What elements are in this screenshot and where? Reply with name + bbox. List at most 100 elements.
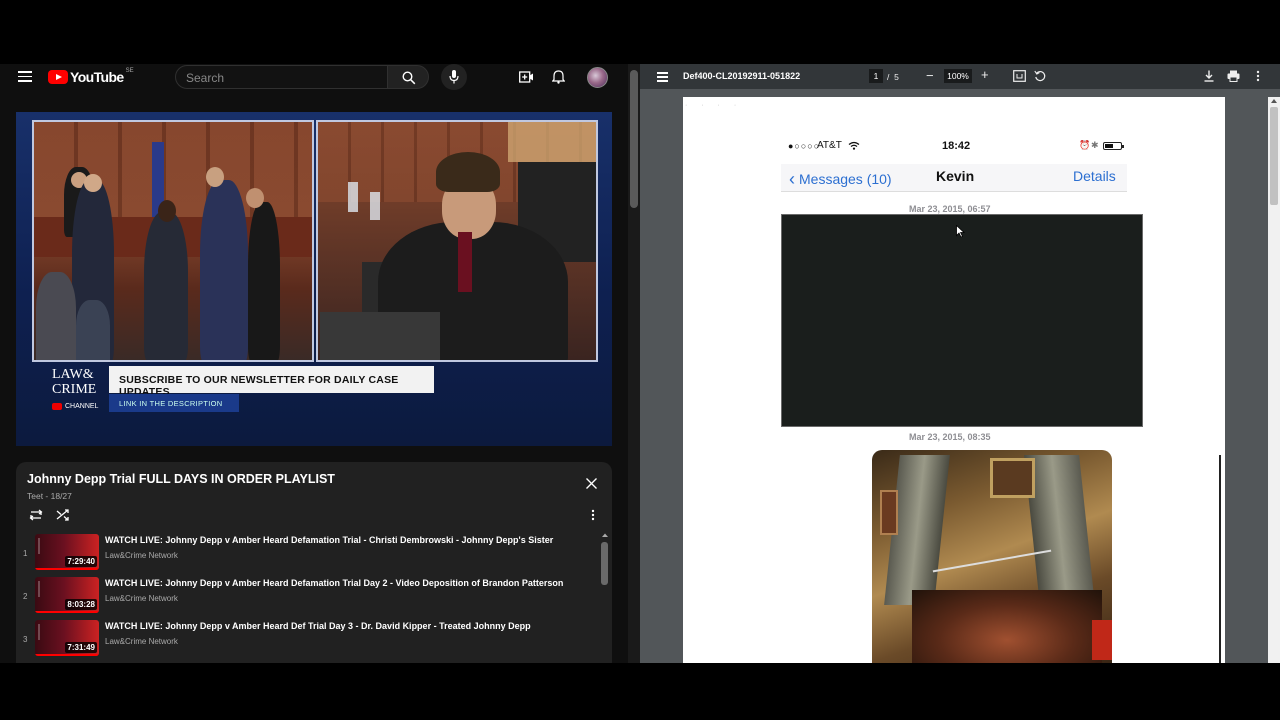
- item-index: 3: [23, 635, 28, 644]
- room-photo-attachment: [872, 450, 1112, 663]
- pdf-filename: Def400-CL20192911-051822: [683, 71, 801, 81]
- more-vert-icon[interactable]: [1256, 70, 1260, 82]
- chevron-left-icon: ‹: [789, 169, 795, 189]
- playlist-scrollbar[interactable]: [600, 532, 610, 663]
- mouse-cursor-icon: [956, 225, 965, 238]
- carrier-name: AT&T: [817, 140, 842, 151]
- shuffle-icon[interactable]: [56, 509, 70, 521]
- country-code: SE: [125, 68, 134, 74]
- messages-nav-bar: ‹ Messages (10) Kevin Details: [781, 164, 1127, 192]
- print-icon[interactable]: [1227, 70, 1240, 82]
- dark-photo-attachment: [781, 214, 1143, 427]
- zoom-level-input[interactable]: 100%: [944, 69, 972, 83]
- avatar[interactable]: [587, 67, 608, 88]
- loop-icon[interactable]: [28, 509, 44, 521]
- battery-icon: [1103, 142, 1124, 150]
- video-duration: 8:03:28: [65, 599, 97, 610]
- video-title[interactable]: WATCH LIVE: Johnny Depp v Amber Heard De…: [105, 578, 585, 588]
- pdf-scroll-thumb[interactable]: [1270, 107, 1278, 205]
- courtroom-camera-left: [32, 120, 314, 362]
- logo-line-1: LAW&: [52, 367, 94, 382]
- search-button[interactable]: [387, 65, 429, 89]
- scroll-up-arrow-icon[interactable]: [1271, 99, 1277, 103]
- item-index: 1: [23, 549, 28, 558]
- mic-icon: [449, 70, 459, 84]
- page-scrollbar[interactable]: [628, 64, 640, 663]
- page-scroll-thumb[interactable]: [630, 70, 638, 208]
- search-input[interactable]: Search: [175, 65, 388, 89]
- youtube-logo[interactable]: YouTube SE: [48, 68, 134, 85]
- playlist-item[interactable]: 1 7:29:40 WATCH LIVE: Johnny Depp v Ambe…: [16, 532, 598, 575]
- search-icon: [402, 71, 416, 85]
- playlist-scroll-thumb[interactable]: [601, 542, 608, 585]
- page-number-input[interactable]: 1: [869, 69, 883, 83]
- page-count: 5: [894, 72, 899, 82]
- zoom-in-button[interactable]: +: [981, 67, 989, 82]
- playlist-subtitle: Teet - 18/27: [27, 491, 72, 501]
- video-thumbnail[interactable]: 7:31:49: [35, 620, 99, 656]
- video-duration: 7:29:40: [65, 556, 97, 567]
- details-link: Details: [1073, 168, 1116, 184]
- close-icon[interactable]: [586, 478, 597, 489]
- channel-name[interactable]: Law&Crime Network: [105, 637, 178, 646]
- playlist-panel: Johnny Depp Trial FULL DAYS IN ORDER PLA…: [16, 462, 612, 663]
- playlist-items: 1 7:29:40 WATCH LIVE: Johnny Depp v Ambe…: [16, 532, 598, 661]
- playlist-item[interactable]: 2 8:03:28 WATCH LIVE: Johnny Depp v Ambe…: [16, 575, 598, 618]
- youtube-header: YouTube SE Search: [0, 64, 628, 90]
- pdf-viewer: Def400-CL20192911-051822 1 / 5 − 100% + …: [640, 64, 1280, 663]
- bluetooth-icon: ✱: [1091, 140, 1099, 150]
- signal-strength: ●○○○○: [788, 141, 821, 151]
- pdf-toolbar: Def400-CL20192911-051822 1 / 5 − 100% +: [640, 64, 1280, 89]
- watch-progress: [35, 611, 99, 613]
- message-timestamp: Mar 23, 2015, 08:35: [909, 432, 991, 442]
- pdf-page: · · · · ●○○○○ AT&T 18:42 ⏰ ✱ ‹ Messages (…: [683, 97, 1225, 663]
- youtube-logo-text: YouTube: [70, 69, 124, 85]
- scan-edge-line: [1219, 455, 1221, 663]
- zoom-out-button[interactable]: −: [926, 68, 934, 83]
- watch-progress: [35, 568, 99, 570]
- item-index: 2: [23, 592, 28, 601]
- menu-icon[interactable]: [18, 71, 32, 82]
- wifi-icon: [848, 141, 860, 150]
- channel-name[interactable]: Law&Crime Network: [105, 551, 178, 560]
- youtube-window: YouTube SE Search LAW& CRIME CHANNEL SUB…: [0, 64, 640, 663]
- video-title[interactable]: WATCH LIVE: Johnny Depp v Amber Heard De…: [105, 621, 585, 631]
- more-vert-icon[interactable]: [591, 509, 595, 521]
- law-crime-logo: LAW& CRIME CHANNEL: [52, 367, 102, 413]
- page-total: / 5: [887, 72, 899, 82]
- youtube-play-icon: [48, 70, 68, 84]
- video-title[interactable]: WATCH LIVE: Johnny Depp v Amber Heard De…: [105, 535, 585, 545]
- video-thumbnail[interactable]: 7:29:40: [35, 534, 99, 570]
- playlist-title[interactable]: Johnny Depp Trial FULL DAYS IN ORDER PLA…: [27, 472, 335, 486]
- page-separator: /: [887, 72, 890, 82]
- download-icon[interactable]: [1203, 70, 1215, 82]
- create-icon[interactable]: [519, 70, 534, 84]
- pdf-scrollbar[interactable]: [1268, 97, 1280, 663]
- phone-status-bar: ●○○○○ AT&T 18:42 ⏰ ✱: [783, 140, 1128, 156]
- logo-line-2: CRIME: [52, 382, 97, 397]
- scroll-up-arrow-icon[interactable]: [600, 532, 610, 538]
- logo-line-3: CHANNEL: [65, 403, 99, 410]
- playlist-item[interactable]: 3 7:31:49 WATCH LIVE: Johnny Depp v Ambe…: [16, 618, 598, 661]
- phone-time: 18:42: [942, 140, 971, 152]
- messages-back-link: ‹ Messages (10): [789, 168, 892, 189]
- video-duration: 7:31:49: [65, 642, 97, 653]
- newsletter-banner: SUBSCRIBE TO OUR NEWSLETTER FOR DAILY CA…: [109, 366, 434, 398]
- fit-page-icon[interactable]: [1013, 70, 1026, 82]
- message-timestamp: Mar 23, 2015, 06:57: [909, 204, 991, 214]
- watch-progress: [35, 654, 99, 656]
- scan-artifact: · · · ·: [685, 102, 743, 109]
- channel-name[interactable]: Law&Crime Network: [105, 594, 178, 603]
- video-thumbnail[interactable]: 8:03:28: [35, 577, 99, 613]
- bell-icon[interactable]: [552, 70, 565, 84]
- contact-name: Kevin: [936, 168, 975, 184]
- courtroom-camera-right: [316, 120, 598, 362]
- alarm-icon: ⏰: [1079, 140, 1091, 150]
- voice-search-button[interactable]: [441, 64, 467, 90]
- link-in-description: LINK IN THE DESCRIPTION: [109, 394, 239, 412]
- rotate-icon[interactable]: [1034, 70, 1046, 82]
- menu-icon[interactable]: [657, 72, 668, 82]
- messages-back-label: Messages (10): [799, 171, 892, 187]
- video-player[interactable]: LAW& CRIME CHANNEL SUBSCRIBE TO OUR NEWS…: [16, 112, 612, 446]
- logo-channel: CHANNEL: [52, 399, 102, 414]
